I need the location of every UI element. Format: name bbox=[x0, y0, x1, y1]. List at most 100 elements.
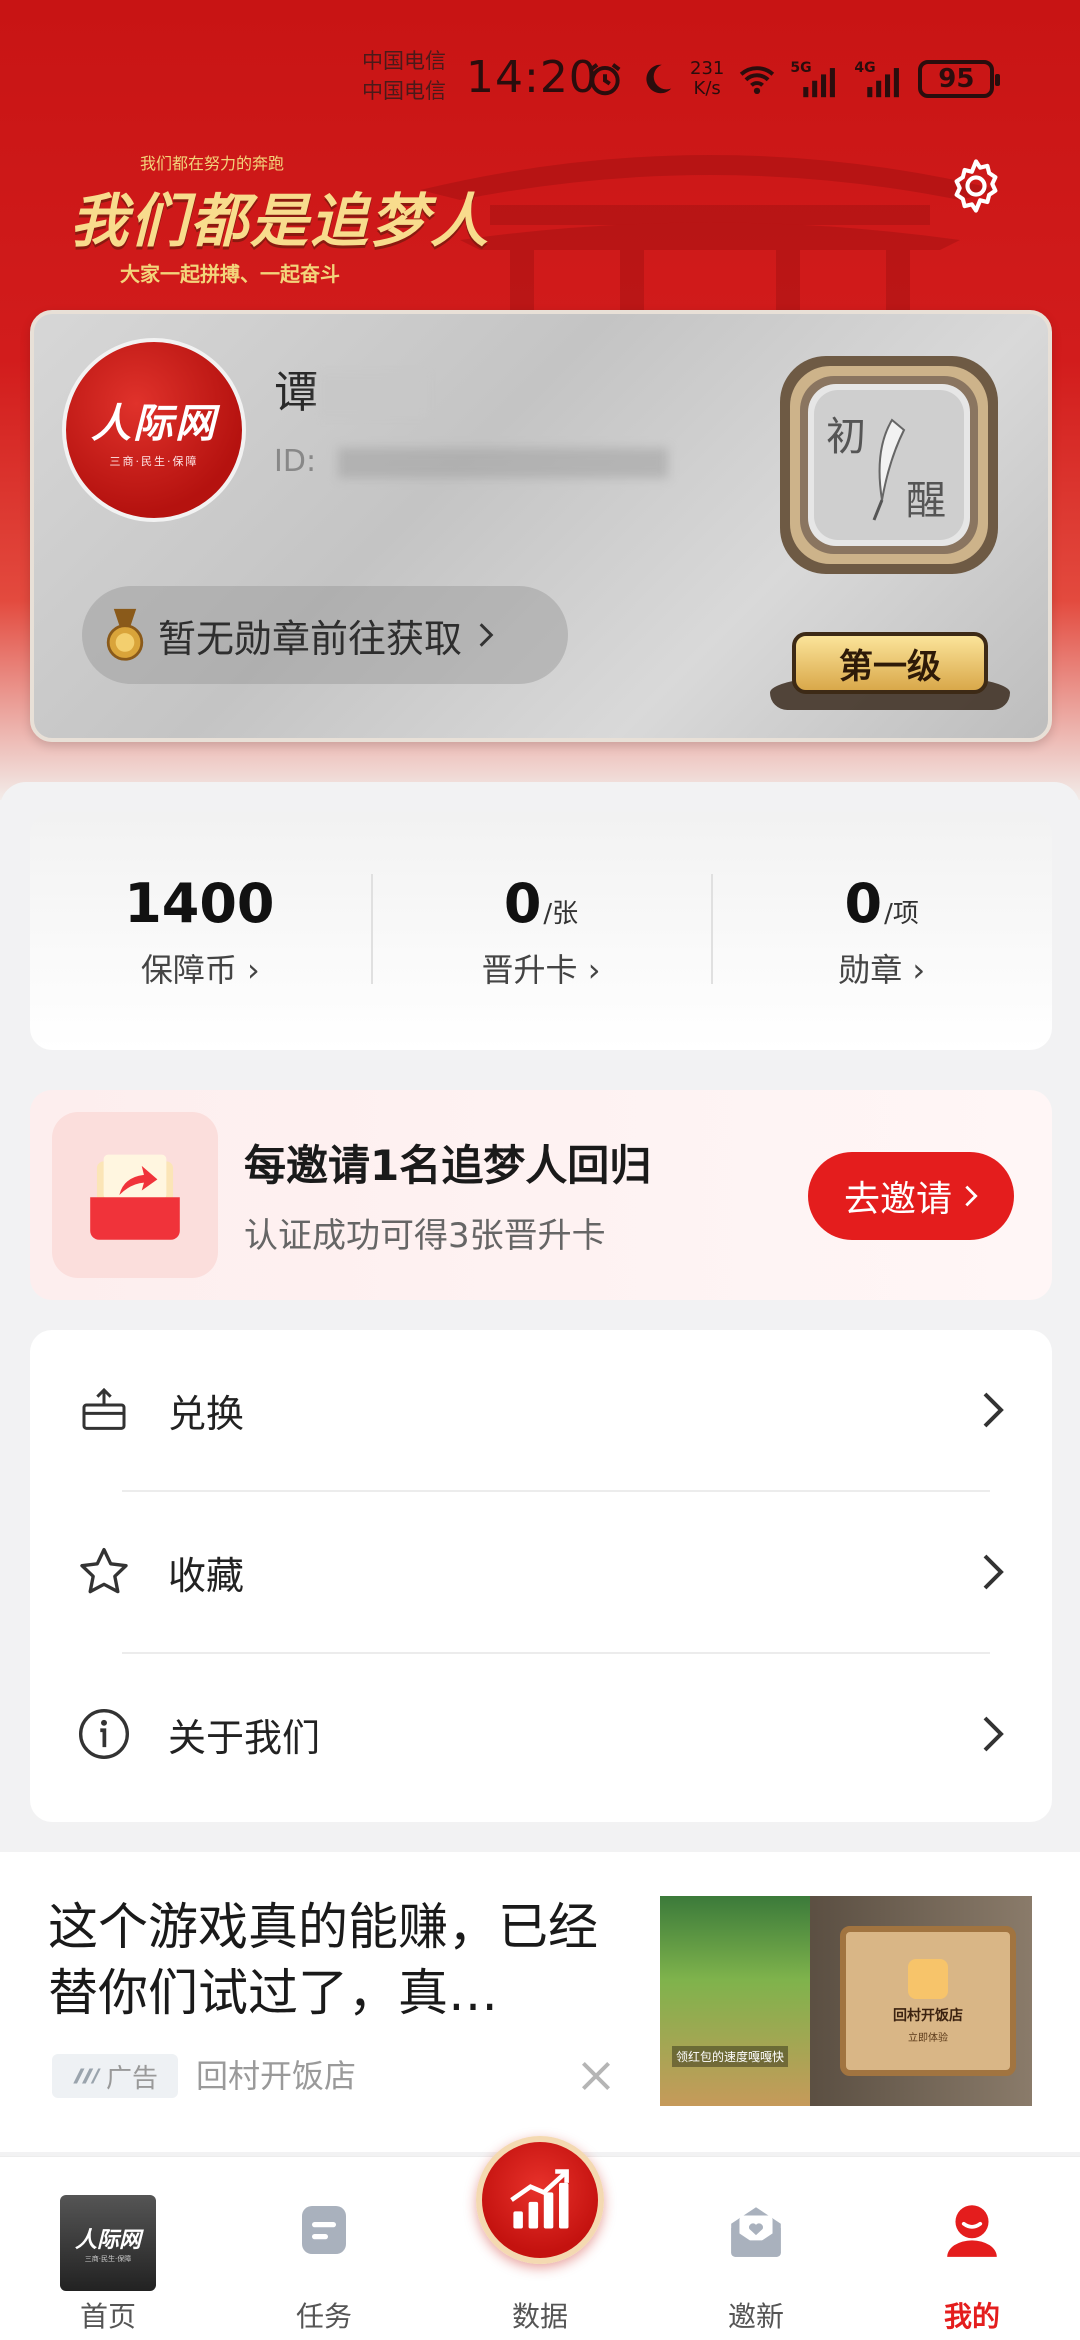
ad-banner[interactable]: 这个游戏真的能赚，已经替你们试过了，真… 广告 回村开饭店 领红包的速度嘎嘎快 … bbox=[0, 1852, 1080, 2152]
medal-text: 暂无勋章前往获取 bbox=[158, 616, 463, 661]
chevron-right-icon bbox=[983, 1716, 1004, 1752]
invite-title: 每邀请1名追梦人回归 bbox=[244, 1141, 652, 1190]
medal-icon bbox=[106, 608, 144, 661]
invite-banner-icon bbox=[52, 1112, 218, 1278]
avatar-logo-subtext: 三商·民生·保障 bbox=[109, 455, 199, 468]
nav-mine[interactable]: 我的 bbox=[892, 2175, 1052, 2333]
chevron-right-icon: › bbox=[247, 950, 260, 989]
stat-coins[interactable]: 1400 保障币 › bbox=[30, 812, 371, 1050]
clock: 14:20 bbox=[466, 52, 598, 103]
net-speed: 231 K/s bbox=[690, 59, 724, 99]
carrier-2: 中国电信 bbox=[362, 79, 446, 103]
stat-medals-label: 勋章 bbox=[838, 950, 903, 989]
nav-home-label: 首页 bbox=[79, 2300, 136, 2333]
task-icon bbox=[291, 2197, 357, 2263]
menu-item-favorites-label: 收藏 bbox=[168, 1553, 245, 1598]
ad-shop-cta: 立即体验 bbox=[908, 2032, 948, 2044]
ad-image[interactable]: 领红包的速度嘎嘎快 回村开饭店 立即体验 bbox=[660, 1896, 1032, 2106]
wifi-icon bbox=[740, 66, 775, 95]
level-tag: 第一级 bbox=[792, 632, 988, 694]
nav-tasks[interactable]: 任务 bbox=[244, 2175, 404, 2333]
chevron-right-icon: › bbox=[912, 950, 926, 989]
battery-level: 95 bbox=[938, 64, 975, 94]
close-icon[interactable] bbox=[578, 2058, 614, 2094]
menu-list: 兑换 收藏 关于我们 bbox=[30, 1330, 1052, 1822]
avatar[interactable]: 人际网 三商·民生·保障 bbox=[62, 338, 246, 522]
stat-cards-value: 0 bbox=[503, 871, 542, 935]
stat-medals[interactable]: 0/项 勋章 › bbox=[711, 812, 1052, 1050]
username: 谭 bbox=[274, 356, 428, 420]
ad-shop-icon bbox=[908, 1958, 948, 1999]
stat-coins-value: 1400 bbox=[124, 871, 275, 935]
ad-image-caption: 领红包的速度嘎嘎快 bbox=[672, 2046, 789, 2067]
net-speed-value: 231 bbox=[690, 58, 725, 79]
nav-invite[interactable]: 邀新 bbox=[676, 2175, 836, 2333]
chevron-right-icon bbox=[983, 1554, 1004, 1590]
user-id-redacted bbox=[337, 447, 668, 478]
stat-promotion-cards[interactable]: 0/张 晋升卡 › bbox=[370, 812, 712, 1050]
stat-cards-label: 晋升卡 bbox=[481, 950, 578, 989]
medal-link[interactable]: 暂无勋章前往获取 bbox=[82, 586, 568, 684]
stat-medals-unit: /项 bbox=[884, 898, 919, 929]
ad-image-phone bbox=[660, 1896, 810, 2106]
menu-item-about[interactable]: 关于我们 bbox=[30, 1654, 1052, 1814]
chevron-right-icon bbox=[983, 1392, 1004, 1428]
level-badge[interactable]: 初 醒 bbox=[774, 350, 1004, 580]
invite-banner[interactable]: 每邀请1名追梦人回归 认证成功可得3张晋升卡 去邀请 bbox=[30, 1090, 1052, 1300]
level-char-1: 初 bbox=[826, 414, 866, 460]
moon-icon bbox=[646, 64, 672, 94]
nav-mine-label: 我的 bbox=[943, 2300, 1000, 2333]
profile-icon bbox=[939, 2197, 1005, 2263]
alarm-icon bbox=[589, 63, 621, 96]
status-bar: 中国电信 中国电信 14:20 231 K/s 5G 4G 95 bbox=[0, 40, 1080, 120]
signal-4g-icon: 4G bbox=[854, 60, 904, 98]
menu-item-favorites[interactable]: 收藏 bbox=[30, 1492, 1052, 1652]
slogan-small: 我们都在努力的奔跑 bbox=[140, 154, 285, 173]
exchange-icon bbox=[74, 1380, 134, 1440]
ad-advertiser: 回村开饭店 bbox=[196, 2057, 357, 2095]
invite-button-label: 去邀请 bbox=[843, 1179, 952, 1220]
avatar-logo-text: 人际网 bbox=[91, 401, 217, 447]
settings-button[interactable] bbox=[940, 150, 1012, 222]
stat-cards-unit: /张 bbox=[543, 898, 579, 929]
profile-card: 人际网 三商·民生·保障 谭 ID: 暂无勋章前往获取 初 醒 第一级 bbox=[30, 310, 1052, 742]
chevron-right-icon bbox=[965, 1185, 978, 1207]
chart-up-icon bbox=[510, 2169, 569, 2229]
nav-tasks-label: 任务 bbox=[295, 2300, 352, 2333]
ad-logo-icon bbox=[73, 2068, 101, 2084]
ad-shop-name: 回村开饭店 bbox=[893, 2007, 963, 2024]
data-center-button[interactable] bbox=[476, 2136, 604, 2264]
username-visible: 谭 bbox=[274, 367, 318, 418]
carrier-labels: 中国电信 中国电信 bbox=[362, 46, 446, 106]
ad-image-shop: 回村开饭店 立即体验 bbox=[840, 1926, 1016, 2076]
invite-subtitle: 认证成功可得3张晋升卡 bbox=[244, 1216, 606, 1256]
ad-badge: 广告 bbox=[52, 2054, 178, 2098]
stat-coins-label: 保障币 bbox=[140, 950, 237, 989]
ad-title: 这个游戏真的能赚，已经替你们试过了，真… bbox=[48, 1898, 598, 2022]
level-char-2: 醒 bbox=[906, 478, 946, 524]
home-thumbnail: 人际网 三商·民生·保障 bbox=[60, 2195, 156, 2291]
stats-card: 1400 保障币 › 0/张 晋升卡 › 0/项 勋章 › bbox=[30, 812, 1052, 1050]
nav-invite-label: 邀新 bbox=[727, 2300, 784, 2333]
username-redacted bbox=[318, 373, 428, 417]
home-thumb-sub: 三商·民生·保障 bbox=[84, 2255, 132, 2263]
menu-item-exchange-label: 兑换 bbox=[168, 1391, 245, 1436]
slogan-main: 我们都是追梦人 bbox=[70, 187, 491, 255]
menu-item-exchange[interactable]: 兑换 bbox=[30, 1330, 1052, 1490]
share-box-icon bbox=[90, 1154, 180, 1240]
user-id: ID: bbox=[274, 444, 668, 479]
carrier-1: 中国电信 bbox=[362, 49, 446, 73]
slogan-sub: 大家一起拼搏、一起奋斗 bbox=[120, 262, 340, 286]
nav-home[interactable]: 人际网 三商·民生·保障 首页 bbox=[28, 2175, 188, 2333]
chevron-right-icon bbox=[479, 623, 494, 647]
user-id-prefix: ID: bbox=[274, 444, 326, 479]
gear-icon bbox=[954, 159, 998, 213]
home-thumb-logo: 人际网 bbox=[74, 2228, 141, 2253]
menu-item-about-label: 关于我们 bbox=[168, 1715, 321, 1760]
ad-badge-label: 广告 bbox=[105, 2063, 158, 2094]
battery-indicator: 95 bbox=[918, 60, 1001, 98]
status-icons: 231 K/s 5G 4G 95 bbox=[586, 54, 1001, 104]
invite-button[interactable]: 去邀请 bbox=[808, 1152, 1014, 1240]
star-icon bbox=[74, 1542, 134, 1602]
header-slogan: 我们都在努力的奔跑 我们都是追梦人 大家一起拼搏、一起奋斗 bbox=[70, 150, 490, 287]
